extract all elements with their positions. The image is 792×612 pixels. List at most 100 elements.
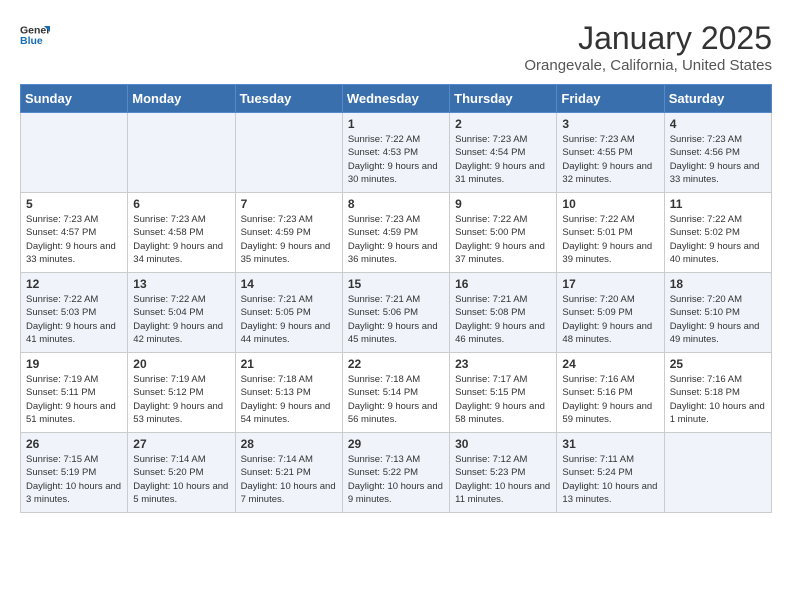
table-row: 15 Sunrise: 7:21 AM Sunset: 5:06 PM Dayli… — [342, 273, 449, 353]
day-number: 14 — [241, 277, 337, 291]
table-row: 20 Sunrise: 7:19 AM Sunset: 5:12 PM Dayli… — [128, 353, 235, 433]
header: General Blue January 2025 Orangevale, Ca… — [20, 20, 772, 74]
table-row: 27 Sunrise: 7:14 AM Sunset: 5:20 PM Dayli… — [128, 433, 235, 513]
day-info: Sunrise: 7:22 AM Sunset: 5:04 PM Dayligh… — [133, 293, 229, 346]
day-info: Sunrise: 7:23 AM Sunset: 4:59 PM Dayligh… — [348, 213, 444, 266]
day-info: Sunrise: 7:16 AM Sunset: 5:16 PM Dayligh… — [562, 373, 658, 426]
day-number: 21 — [241, 357, 337, 371]
day-number: 24 — [562, 357, 658, 371]
day-number: 7 — [241, 197, 337, 211]
day-info: Sunrise: 7:14 AM Sunset: 5:20 PM Dayligh… — [133, 453, 229, 506]
header-saturday: Saturday — [664, 85, 771, 113]
day-number: 1 — [348, 117, 444, 131]
day-number: 10 — [562, 197, 658, 211]
day-info: Sunrise: 7:18 AM Sunset: 5:13 PM Dayligh… — [241, 373, 337, 426]
table-row: 7 Sunrise: 7:23 AM Sunset: 4:59 PM Daylig… — [235, 193, 342, 273]
table-row: 11 Sunrise: 7:22 AM Sunset: 5:02 PM Dayli… — [664, 193, 771, 273]
day-info: Sunrise: 7:18 AM Sunset: 5:14 PM Dayligh… — [348, 373, 444, 426]
day-number: 29 — [348, 437, 444, 451]
day-number: 16 — [455, 277, 551, 291]
day-info: Sunrise: 7:11 AM Sunset: 5:24 PM Dayligh… — [562, 453, 658, 506]
day-number: 2 — [455, 117, 551, 131]
table-row: 2 Sunrise: 7:23 AM Sunset: 4:54 PM Daylig… — [450, 113, 557, 193]
day-info: Sunrise: 7:19 AM Sunset: 5:12 PM Dayligh… — [133, 373, 229, 426]
header-monday: Monday — [128, 85, 235, 113]
table-row: 10 Sunrise: 7:22 AM Sunset: 5:01 PM Dayli… — [557, 193, 664, 273]
day-info: Sunrise: 7:19 AM Sunset: 5:11 PM Dayligh… — [26, 373, 122, 426]
day-number: 30 — [455, 437, 551, 451]
table-row: 25Sunrise: 7:16 AM Sunset: 5:18 PM Dayli… — [664, 353, 771, 433]
header-sunday: Sunday — [21, 85, 128, 113]
table-row: 8Sunrise: 7:23 AM Sunset: 4:59 PM Daylig… — [342, 193, 449, 273]
header-wednesday: Wednesday — [342, 85, 449, 113]
table-row: 5 Sunrise: 7:23 AM Sunset: 4:57 PM Daylig… — [21, 193, 128, 273]
table-row: 28 Sunrise: 7:14 AM Sunset: 5:21 PM Dayli… — [235, 433, 342, 513]
day-number: 11 — [670, 197, 766, 211]
table-row: 6Sunrise: 7:23 AM Sunset: 4:58 PM Daylig… — [128, 193, 235, 273]
table-row: 31Sunrise: 7:11 AM Sunset: 5:24 PM Dayli… — [557, 433, 664, 513]
calendar-week-row: 19 Sunrise: 7:19 AM Sunset: 5:11 PM Dayli… — [21, 353, 772, 433]
day-number: 4 — [670, 117, 766, 131]
day-number: 13 — [133, 277, 229, 291]
table-row: 4 Sunrise: 7:23 AM Sunset: 4:56 PM Daylig… — [664, 113, 771, 193]
table-row: 18Sunrise: 7:20 AM Sunset: 5:10 PM Dayli… — [664, 273, 771, 353]
day-info: Sunrise: 7:14 AM Sunset: 5:21 PM Dayligh… — [241, 453, 337, 506]
day-number: 26 — [26, 437, 122, 451]
table-row: 9 Sunrise: 7:22 AM Sunset: 5:00 PM Daylig… — [450, 193, 557, 273]
table-row: 24 Sunrise: 7:16 AM Sunset: 5:16 PM Dayli… — [557, 353, 664, 433]
day-info: Sunrise: 7:23 AM Sunset: 4:59 PM Dayligh… — [241, 213, 337, 266]
day-info: Sunrise: 7:22 AM Sunset: 5:00 PM Dayligh… — [455, 213, 551, 266]
day-number: 20 — [133, 357, 229, 371]
day-number: 3 — [562, 117, 658, 131]
day-info: Sunrise: 7:12 AM Sunset: 5:23 PM Dayligh… — [455, 453, 551, 506]
table-row: 26Sunrise: 7:15 AM Sunset: 5:19 PM Dayli… — [21, 433, 128, 513]
header-thursday: Thursday — [450, 85, 557, 113]
day-info: Sunrise: 7:22 AM Sunset: 5:02 PM Dayligh… — [670, 213, 766, 266]
calendar-week-row: 1Sunrise: 7:22 AM Sunset: 4:53 PM Daylig… — [21, 113, 772, 193]
table-row: 17 Sunrise: 7:20 AM Sunset: 5:09 PM Dayli… — [557, 273, 664, 353]
logo: General Blue — [20, 20, 50, 50]
calendar-week-row: 12Sunrise: 7:22 AM Sunset: 5:03 PM Dayli… — [21, 273, 772, 353]
day-info: Sunrise: 7:17 AM Sunset: 5:15 PM Dayligh… — [455, 373, 551, 426]
calendar-title: January 2025 — [524, 20, 772, 57]
day-info: Sunrise: 7:16 AM Sunset: 5:18 PM Dayligh… — [670, 373, 766, 426]
table-row: 23Sunrise: 7:17 AM Sunset: 5:15 PM Dayli… — [450, 353, 557, 433]
table-row: 22 Sunrise: 7:18 AM Sunset: 5:14 PM Dayli… — [342, 353, 449, 433]
calendar-table: Sunday Monday Tuesday Wednesday Thursday… — [20, 84, 772, 513]
day-info: Sunrise: 7:23 AM Sunset: 4:58 PM Dayligh… — [133, 213, 229, 266]
table-row: 16 Sunrise: 7:21 AM Sunset: 5:08 PM Dayli… — [450, 273, 557, 353]
day-info: Sunrise: 7:23 AM Sunset: 4:56 PM Dayligh… — [670, 133, 766, 186]
table-row — [21, 113, 128, 193]
day-number: 5 — [26, 197, 122, 211]
table-row — [128, 113, 235, 193]
calendar-subtitle: Orangevale, California, United States — [524, 57, 772, 74]
day-info: Sunrise: 7:22 AM Sunset: 5:01 PM Dayligh… — [562, 213, 658, 266]
day-number: 28 — [241, 437, 337, 451]
table-row: 14 Sunrise: 7:21 AM Sunset: 5:05 PM Dayli… — [235, 273, 342, 353]
weekday-header-row: Sunday Monday Tuesday Wednesday Thursday… — [21, 85, 772, 113]
day-number: 22 — [348, 357, 444, 371]
day-info: Sunrise: 7:23 AM Sunset: 4:54 PM Dayligh… — [455, 133, 551, 186]
day-info: Sunrise: 7:20 AM Sunset: 5:09 PM Dayligh… — [562, 293, 658, 346]
day-number: 19 — [26, 357, 122, 371]
day-info: Sunrise: 7:20 AM Sunset: 5:10 PM Dayligh… — [670, 293, 766, 346]
day-number: 17 — [562, 277, 658, 291]
calendar-week-row: 5 Sunrise: 7:23 AM Sunset: 4:57 PM Daylig… — [21, 193, 772, 273]
day-number: 12 — [26, 277, 122, 291]
table-row: 29Sunrise: 7:13 AM Sunset: 5:22 PM Dayli… — [342, 433, 449, 513]
day-number: 9 — [455, 197, 551, 211]
day-info: Sunrise: 7:21 AM Sunset: 5:05 PM Dayligh… — [241, 293, 337, 346]
day-info: Sunrise: 7:21 AM Sunset: 5:08 PM Dayligh… — [455, 293, 551, 346]
table-row — [664, 433, 771, 513]
header-tuesday: Tuesday — [235, 85, 342, 113]
logo-icon: General Blue — [20, 20, 50, 50]
day-number: 15 — [348, 277, 444, 291]
day-info: Sunrise: 7:21 AM Sunset: 5:06 PM Dayligh… — [348, 293, 444, 346]
table-row — [235, 113, 342, 193]
table-row: 1Sunrise: 7:22 AM Sunset: 4:53 PM Daylig… — [342, 113, 449, 193]
table-row: 12Sunrise: 7:22 AM Sunset: 5:03 PM Dayli… — [21, 273, 128, 353]
day-info: Sunrise: 7:23 AM Sunset: 4:57 PM Dayligh… — [26, 213, 122, 266]
day-info: Sunrise: 7:23 AM Sunset: 4:55 PM Dayligh… — [562, 133, 658, 186]
day-number: 27 — [133, 437, 229, 451]
table-row: 30 Sunrise: 7:12 AM Sunset: 5:23 PM Dayli… — [450, 433, 557, 513]
